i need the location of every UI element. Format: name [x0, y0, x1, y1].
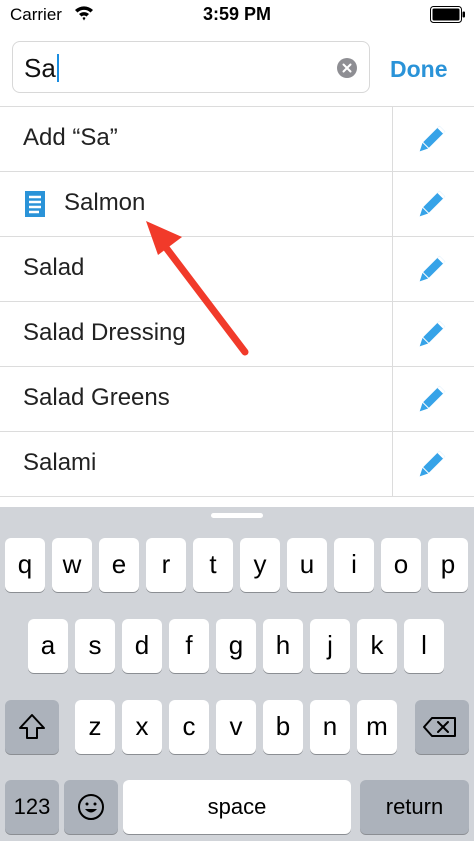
row-divider [392, 107, 393, 171]
key-c[interactable]: c [169, 700, 209, 754]
row-divider [392, 367, 393, 431]
key-x[interactable]: x [122, 700, 162, 754]
key-n[interactable]: n [310, 700, 350, 754]
list-item-salami[interactable]: Salami [0, 432, 474, 497]
pencil-icon[interactable] [414, 253, 448, 287]
list-item-label: Salmon [64, 189, 146, 216]
pencil-icon[interactable] [414, 188, 448, 222]
key-s[interactable]: s [75, 619, 115, 673]
key-q[interactable]: q [5, 538, 45, 592]
list-item-salad-dressing[interactable]: Salad Dressing [0, 302, 474, 367]
numbers-key[interactable]: 123 [5, 780, 59, 834]
key-o[interactable]: o [381, 538, 421, 592]
key-i[interactable]: i [334, 538, 374, 592]
shift-key[interactable] [5, 700, 59, 754]
emoji-key[interactable] [64, 780, 118, 834]
list-item-salad[interactable]: Salad [0, 237, 474, 302]
text-cursor [56, 54, 59, 82]
row-divider [392, 237, 393, 301]
key-g[interactable]: g [216, 619, 256, 673]
key-t[interactable]: t [193, 538, 233, 592]
food-list-icon [25, 191, 45, 217]
search-input-value: Sa [24, 53, 59, 84]
key-f[interactable]: f [169, 619, 209, 673]
row-divider [392, 172, 393, 236]
status-bar: Carrier 3:59 PM [0, 0, 474, 32]
key-b[interactable]: b [263, 700, 303, 754]
return-key[interactable]: return [360, 780, 469, 834]
row-divider [392, 302, 393, 366]
list-item-label: Add “Sa” [23, 124, 118, 151]
keyboard-grabber[interactable] [211, 513, 263, 518]
key-j[interactable]: j [310, 619, 350, 673]
key-e[interactable]: e [99, 538, 139, 592]
list-item-label: Salami [23, 449, 97, 476]
key-a[interactable]: a [28, 619, 68, 673]
search-input[interactable]: Sa [12, 41, 370, 93]
list-item-label: Salad Greens [23, 384, 170, 411]
pencil-icon[interactable] [414, 318, 448, 352]
key-p[interactable]: p [428, 538, 468, 592]
shift-icon [19, 714, 45, 739]
search-bar: Sa Done [0, 32, 474, 106]
results-list: Add “Sa” Salmon Salad Salad Dressing Sal… [0, 106, 474, 497]
key-l[interactable]: l [404, 619, 444, 673]
list-item-label: Salad [23, 254, 85, 281]
emoji-icon [78, 794, 104, 820]
pencil-icon[interactable] [414, 383, 448, 417]
key-h[interactable]: h [263, 619, 303, 673]
backspace-icon [423, 717, 456, 737]
row-divider [392, 432, 393, 496]
key-k[interactable]: k [357, 619, 397, 673]
space-key[interactable]: space [123, 780, 351, 834]
key-r[interactable]: r [146, 538, 186, 592]
key-d[interactable]: d [122, 619, 162, 673]
keyboard: q w e r t y u i o p a s d f g h j k l z … [0, 507, 474, 841]
done-button[interactable]: Done [390, 56, 448, 83]
status-time: 3:59 PM [202, 4, 272, 24]
list-item-label: Salad Dressing [23, 319, 186, 346]
battery-icon [430, 6, 465, 23]
key-z[interactable]: z [75, 700, 115, 754]
key-y[interactable]: y [240, 538, 280, 592]
key-u[interactable]: u [287, 538, 327, 592]
pencil-icon[interactable] [414, 448, 448, 482]
key-w[interactable]: w [52, 538, 92, 592]
list-item-salmon[interactable]: Salmon [0, 172, 474, 237]
key-v[interactable]: v [216, 700, 256, 754]
key-m[interactable]: m [357, 700, 397, 754]
pencil-icon[interactable] [414, 123, 448, 157]
list-item-add[interactable]: Add “Sa” [0, 107, 474, 172]
clear-icon[interactable] [337, 58, 357, 78]
delete-key[interactable] [415, 700, 469, 754]
list-item-salad-greens[interactable]: Salad Greens [0, 367, 474, 432]
